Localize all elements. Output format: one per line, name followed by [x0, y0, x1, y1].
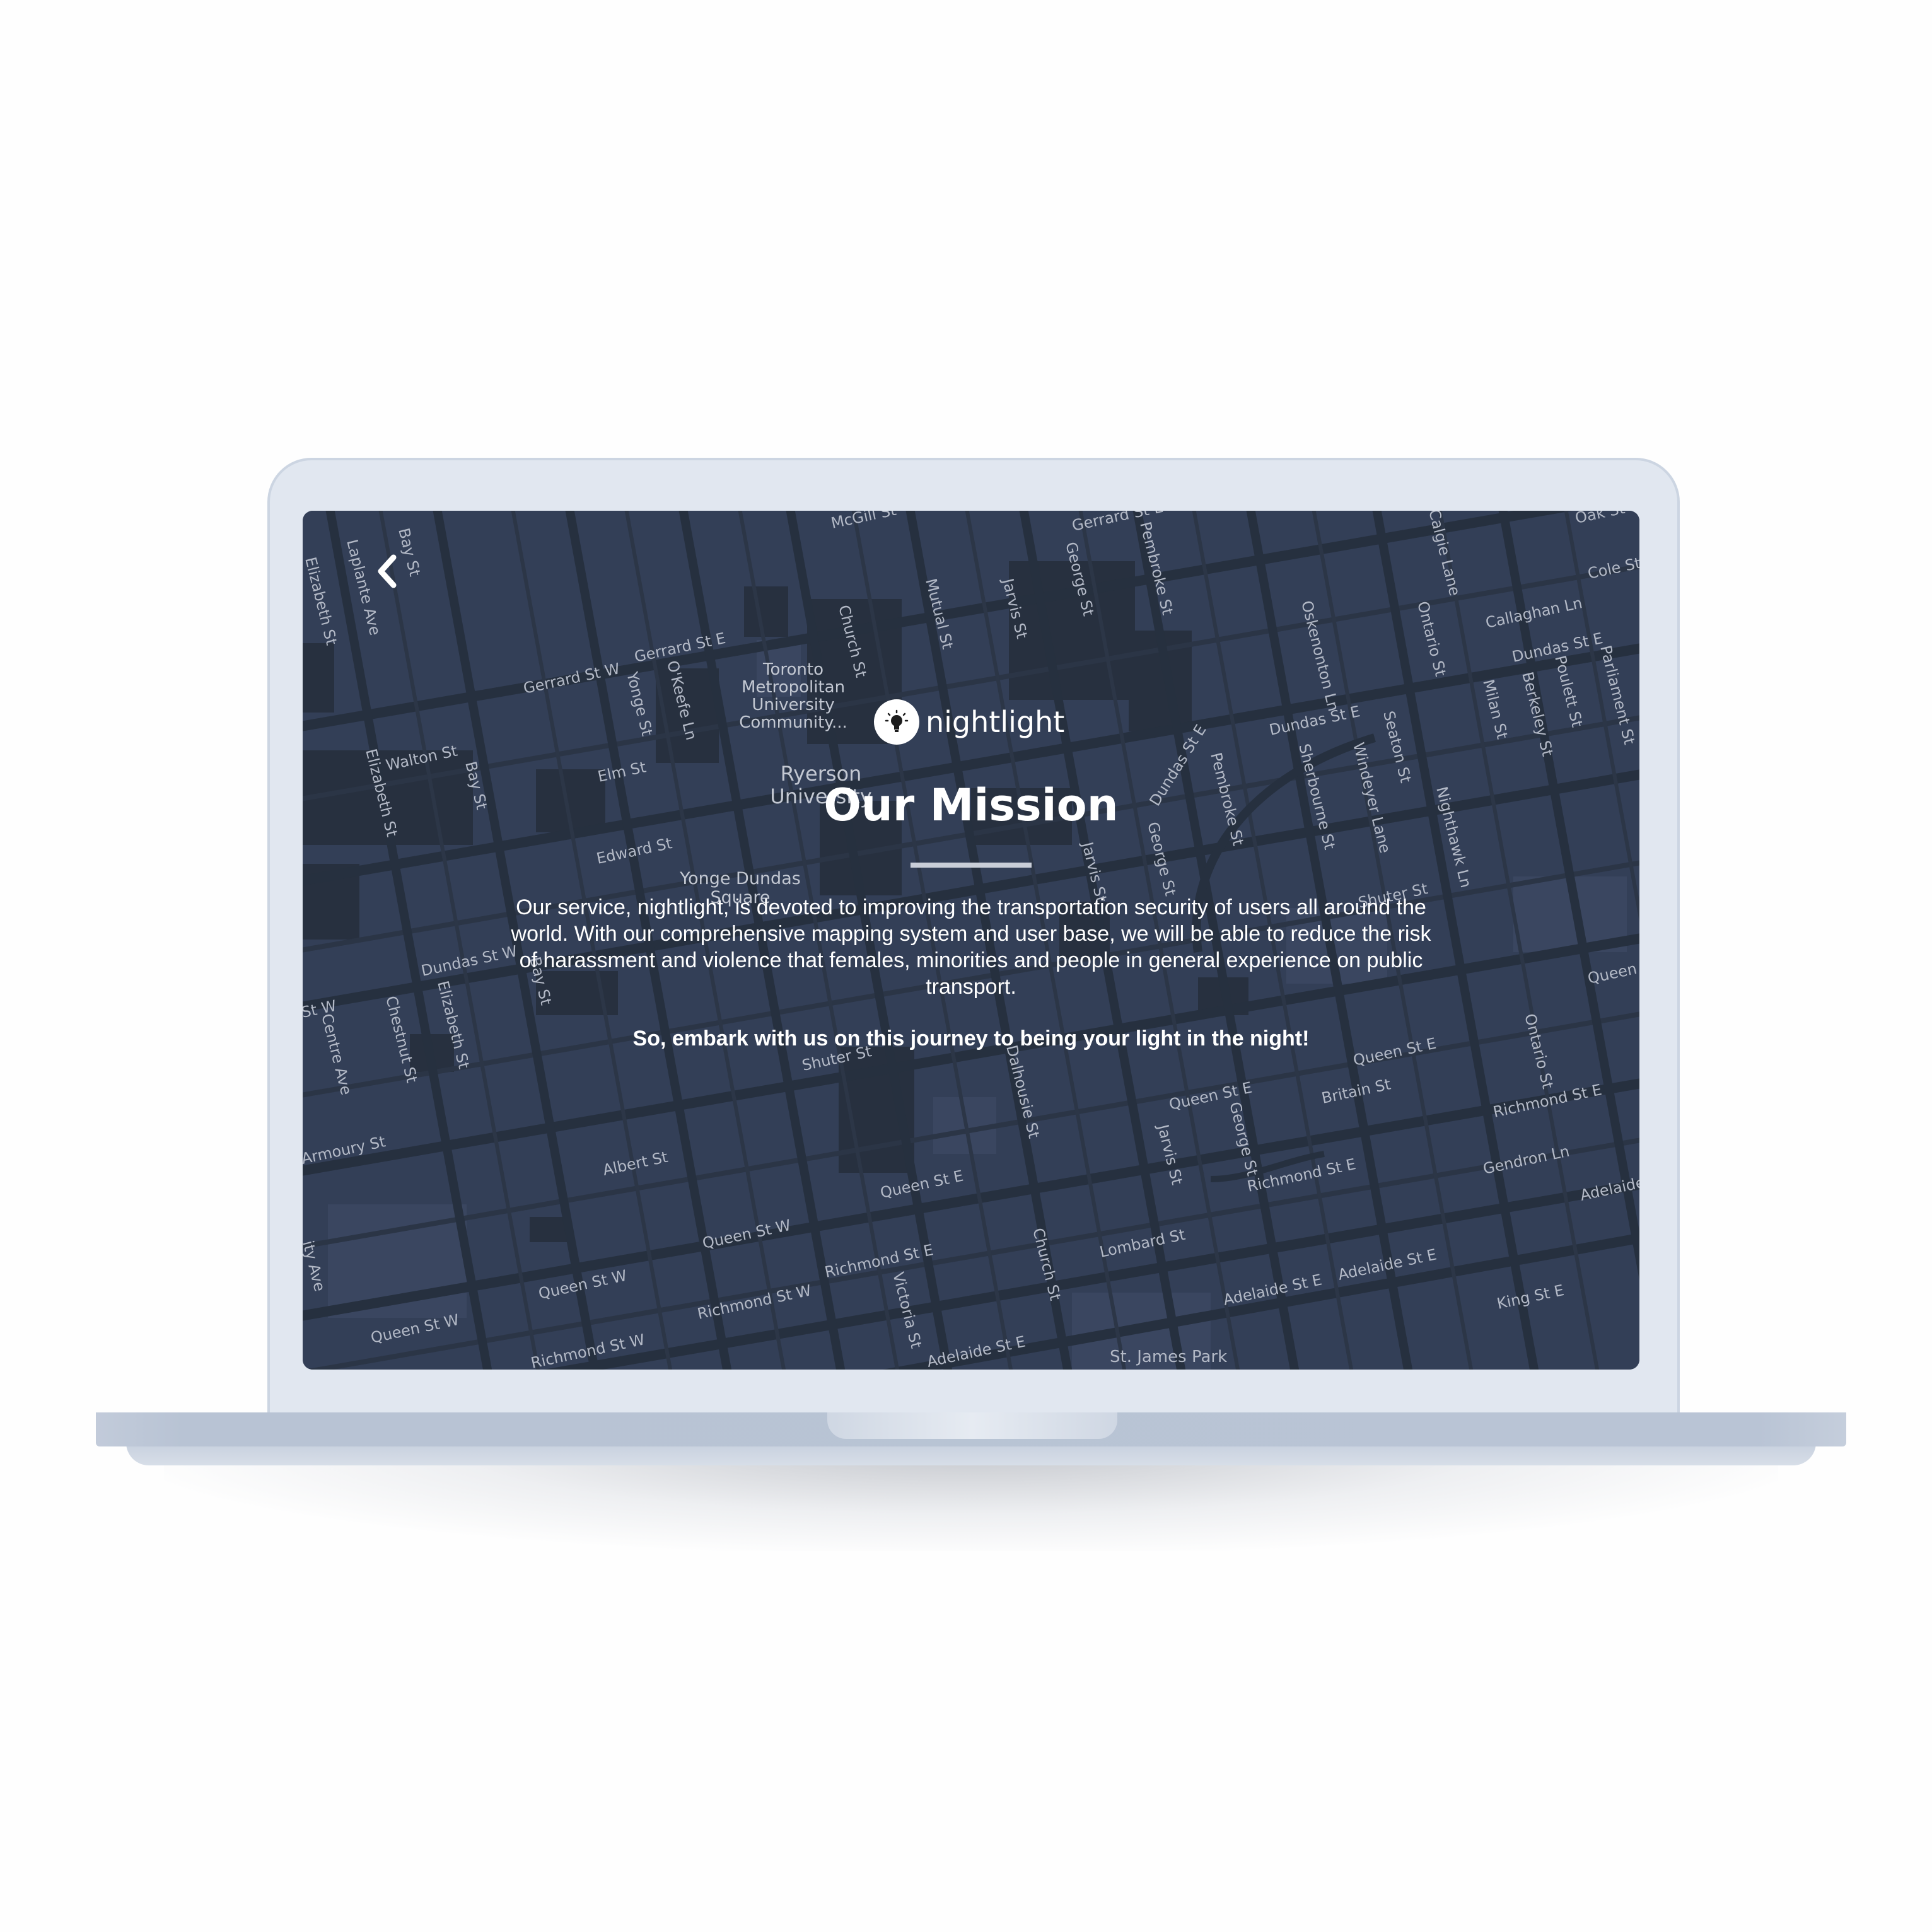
laptop-shadow: [164, 1450, 1778, 1551]
map-label: St. James Park: [1110, 1347, 1227, 1366]
map-label: Toronto: [762, 660, 823, 679]
laptop-screen: McGill St Gerrard St E Pembroke St Georg…: [303, 511, 1639, 1370]
chevron-left-icon: [378, 554, 397, 588]
mission-text: Our service, nightlight, is devoted to i…: [511, 895, 1431, 999]
lightbulb-icon: [874, 699, 919, 745]
laptop-mockup: McGill St Gerrard St E Pembroke St Georg…: [0, 0, 1932, 1932]
back-button[interactable]: [368, 546, 406, 596]
title-divider: [911, 863, 1032, 868]
app-logo: nightlight: [874, 699, 1064, 745]
mission-tagline: So, embark with us on this journey to be…: [632, 1027, 1310, 1050]
map-label: Metropolitan: [742, 678, 845, 697]
laptop-notch: [827, 1412, 1117, 1439]
page-title: Our Mission: [823, 779, 1119, 831]
map-label: University: [752, 695, 834, 714]
map-label: Community...: [739, 713, 847, 732]
logo-text: nightlight: [926, 705, 1065, 739]
map-label: Yonge Dundas: [679, 869, 801, 888]
